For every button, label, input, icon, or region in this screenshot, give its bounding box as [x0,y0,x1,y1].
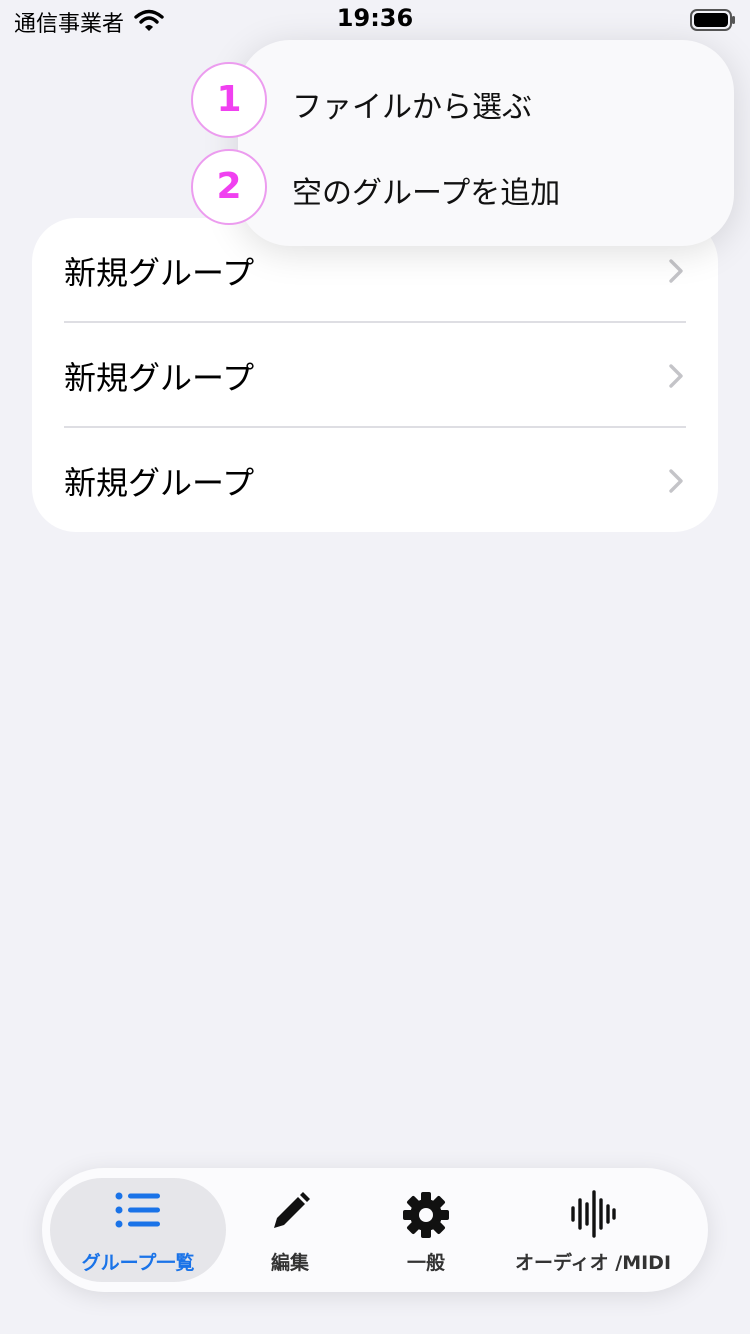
group-row-label: 新規グループ [64,359,255,397]
menu-item-choose-from-file[interactable]: ファイルから選ぶ [292,82,532,126]
chevron-right-icon [669,469,683,493]
clock: 19:36 [336,4,414,32]
battery-icon [690,9,735,31]
group-list: 新規グループ 新規グループ 新規グループ [32,218,718,532]
list-icon [115,1192,160,1228]
group-row-label: 新規グループ [64,254,255,292]
step-badge: 1 [191,62,267,138]
tab-bar: グループ一覧 編集 一般 オーディオ /MIDI [42,1168,708,1292]
tab-group-list[interactable]: グループ一覧 [50,1178,226,1282]
step-badge: 2 [191,149,267,225]
waveform-icon [571,1190,616,1238]
tab-edit[interactable]: 編集 [228,1178,352,1282]
chevron-right-icon [669,364,683,388]
group-row[interactable]: 新規グループ [32,428,718,532]
tab-general[interactable]: 一般 [364,1178,488,1282]
status-bar: 通信事業者 19:36 [0,0,750,40]
tab-label: 編集 [270,1252,309,1274]
tab-label: オーディオ /MIDI [514,1252,672,1274]
tab-label: 一般 [406,1252,445,1274]
group-row-label: 新規グループ [64,464,255,502]
add-menu-popup [238,40,734,246]
pencil-icon [274,1192,310,1228]
group-row[interactable]: 新規グループ [32,323,718,427]
menu-item-add-empty-group[interactable]: 空のグループを追加 [292,168,560,212]
tab-label: グループ一覧 [81,1252,195,1274]
gear-icon [403,1192,449,1238]
tab-audio-midi[interactable]: オーディオ /MIDI [504,1178,682,1282]
chevron-right-icon [669,259,683,283]
